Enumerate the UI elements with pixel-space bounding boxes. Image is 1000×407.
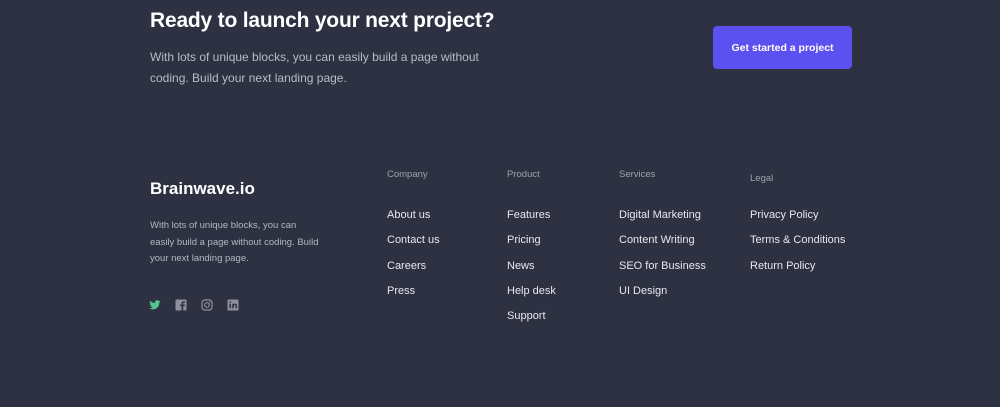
footer-column-services: Services Digital Marketing Content Writi… bbox=[619, 169, 706, 309]
footer-link-news[interactable]: News bbox=[507, 259, 556, 284]
instagram-icon[interactable] bbox=[201, 299, 213, 311]
facebook-icon[interactable] bbox=[175, 299, 187, 311]
footer-link-pricing[interactable]: Pricing bbox=[507, 233, 556, 258]
footer-column-company: Company About us Contact us Careers Pres… bbox=[387, 169, 440, 309]
footer-column-product: Product Features Pricing News Help desk … bbox=[507, 169, 556, 334]
footer-link-ui-design[interactable]: UI Design bbox=[619, 284, 706, 309]
footer-column-legal: Legal Privacy Policy Terms & Conditions … bbox=[750, 172, 845, 284]
footer-link-about-us[interactable]: About us bbox=[387, 208, 440, 233]
footer-link-features[interactable]: Features bbox=[507, 208, 556, 233]
footer-link-seo-for-business[interactable]: SEO for Business bbox=[619, 259, 706, 284]
footer-link-careers[interactable]: Careers bbox=[387, 259, 440, 284]
footer-link-terms-conditions[interactable]: Terms & Conditions bbox=[750, 233, 845, 258]
footer-link-press[interactable]: Press bbox=[387, 284, 440, 309]
column-heading-product: Product bbox=[507, 169, 540, 180]
column-heading-legal: Legal bbox=[750, 173, 774, 184]
cta-description: With lots of unique blocks, you can easi… bbox=[150, 50, 479, 85]
get-started-button[interactable]: Get started a project bbox=[713, 26, 852, 69]
linkedin-icon[interactable] bbox=[227, 299, 239, 311]
social-links bbox=[149, 299, 239, 311]
brand-logo[interactable]: Brainwave.io bbox=[150, 179, 255, 199]
cta-title: Ready to launch your next project? bbox=[150, 9, 495, 32]
footer-link-contact-us[interactable]: Contact us bbox=[387, 233, 440, 258]
footer-link-return-policy[interactable]: Return Policy bbox=[750, 259, 845, 284]
footer-link-help-desk[interactable]: Help desk bbox=[507, 284, 556, 309]
footer-link-support[interactable]: Support bbox=[507, 309, 556, 334]
twitter-icon[interactable] bbox=[149, 299, 161, 311]
footer-link-digital-marketing[interactable]: Digital Marketing bbox=[619, 208, 706, 233]
footer-link-content-writing[interactable]: Content Writing bbox=[619, 233, 706, 258]
column-heading-company: Company bbox=[387, 169, 428, 180]
column-heading-services: Services bbox=[619, 169, 656, 180]
footer-link-privacy-policy[interactable]: Privacy Policy bbox=[750, 208, 845, 233]
brand-description: With lots of unique blocks, you can easi… bbox=[150, 220, 319, 264]
